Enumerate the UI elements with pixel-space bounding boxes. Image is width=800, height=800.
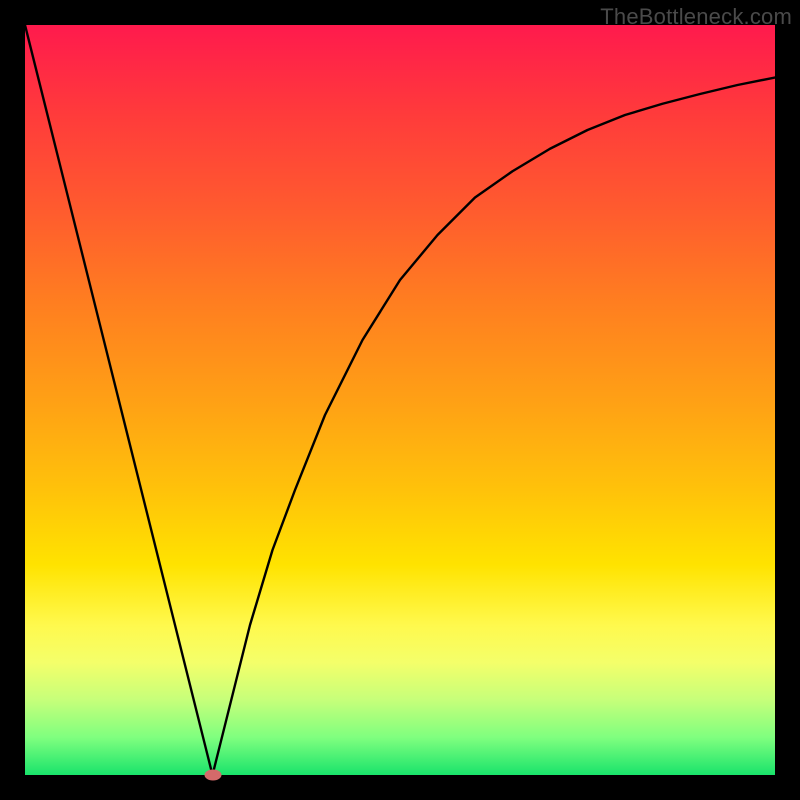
bottleneck-curve — [25, 25, 775, 775]
chart-frame — [25, 25, 775, 775]
minimum-marker — [204, 770, 221, 781]
watermark-text: TheBottleneck.com — [600, 4, 792, 30]
